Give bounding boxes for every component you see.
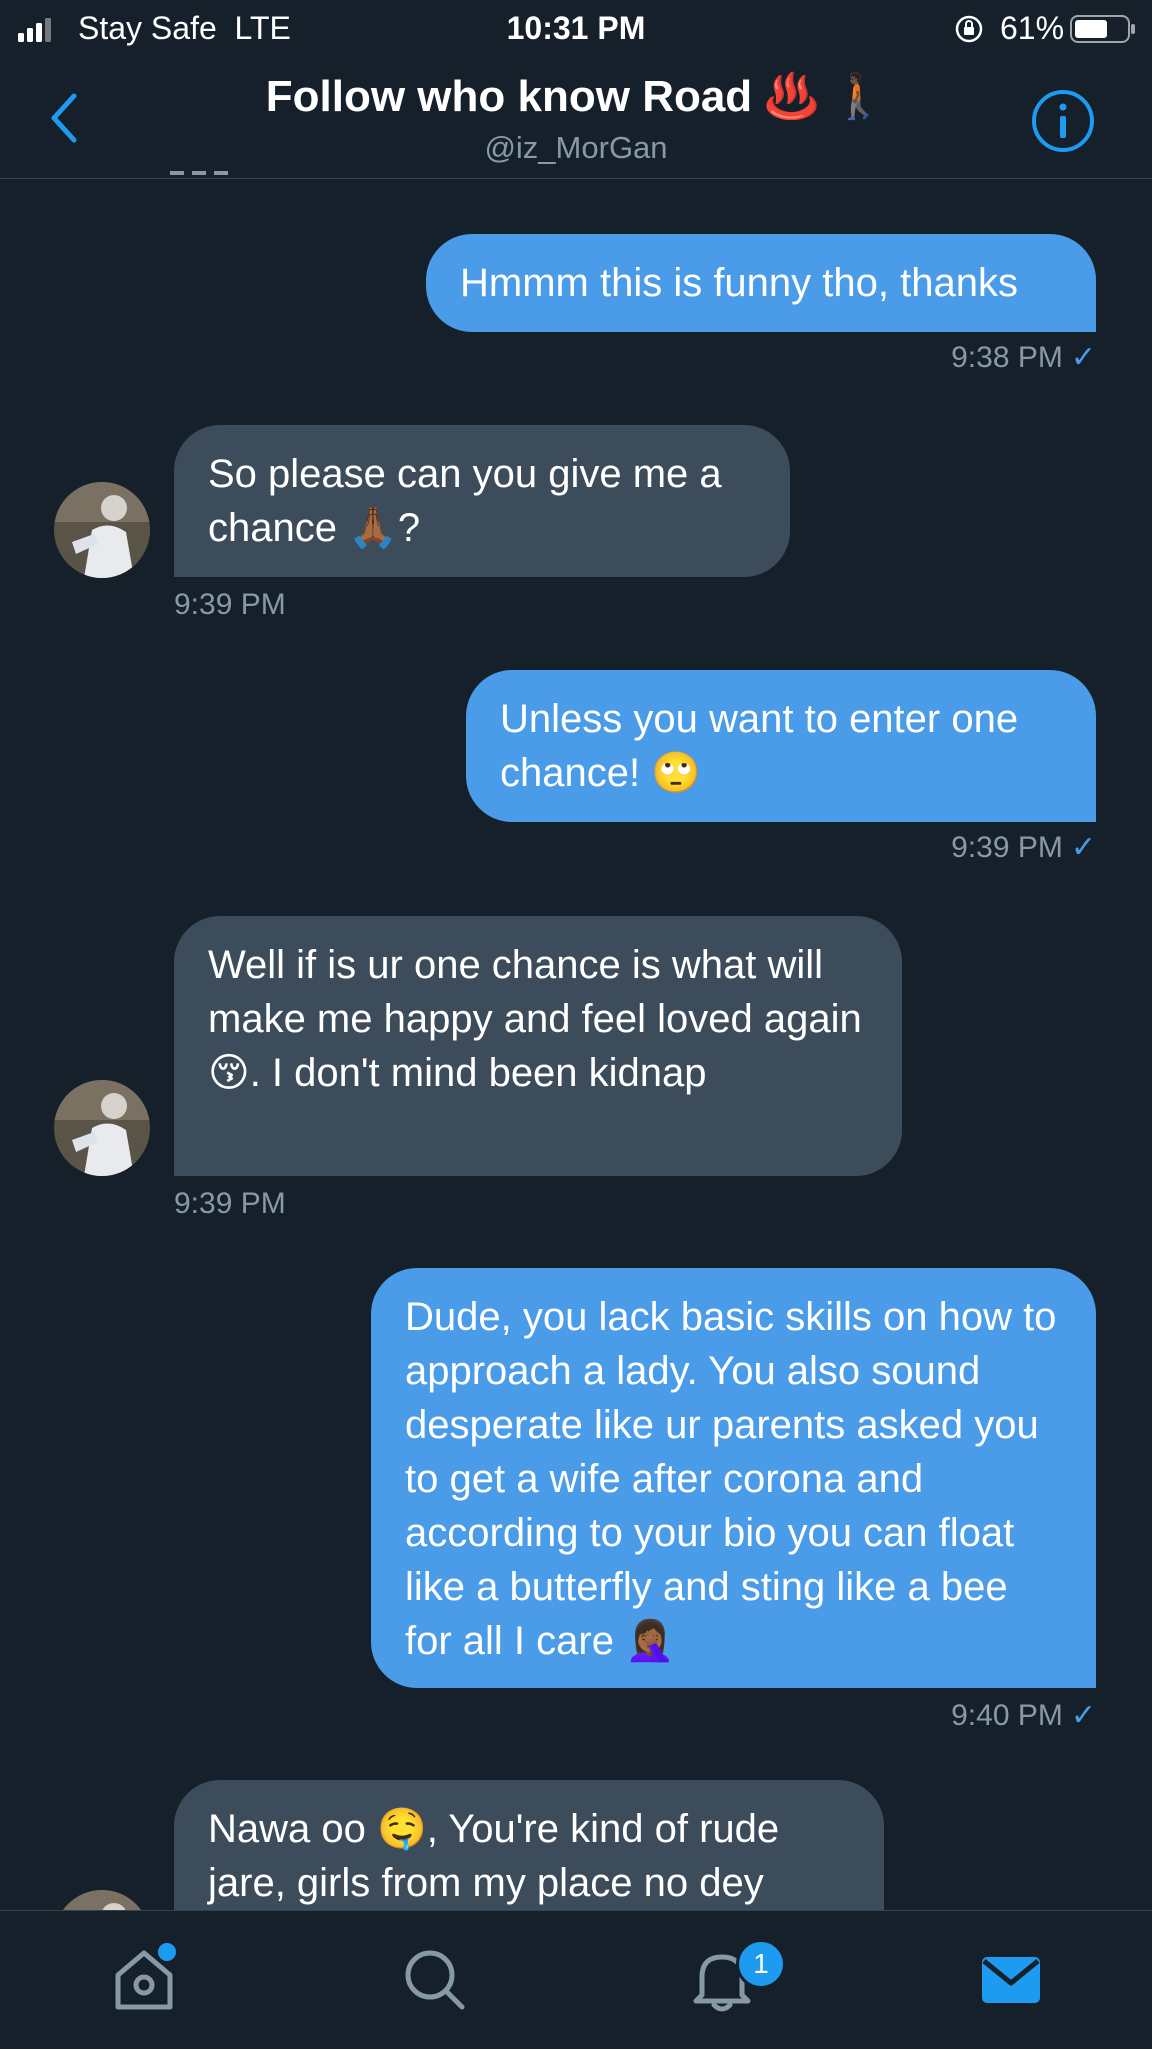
message-bubble-received[interactable]: Well if is ur one chance is what will ma…	[174, 916, 902, 1176]
read-check-icon: ✓	[1070, 341, 1096, 374]
scrolled-timestamp-fragment	[170, 166, 290, 176]
message-time: 9:39 PM	[174, 1187, 286, 1220]
message-bubble-sent[interactable]: Hmmm this is funny tho, thanks	[426, 234, 1096, 332]
conversation-title: Follow who know Road ♨️ 🚶🏿	[265, 72, 887, 121]
home-new-indicator	[156, 1941, 178, 1963]
battery-percent: 61%	[1000, 10, 1065, 46]
message-time: 9:39 PM	[174, 588, 286, 621]
conversation-handle: @iz_MorGan	[484, 130, 668, 165]
info-icon[interactable]	[1030, 88, 1096, 154]
orientation-lock-icon	[955, 15, 983, 43]
status-bar: Stay Safe LTE 10:31 PM 61%	[0, 0, 1152, 58]
bottom-tab-bar: 1	[0, 1910, 1152, 2049]
message-time: 9:38 PM	[951, 341, 1063, 374]
message-timestamp: 9:38 PM ✓	[951, 340, 1096, 375]
message-time: 9:40 PM	[951, 1699, 1063, 1732]
battery-icon	[1070, 15, 1135, 43]
search-icon[interactable]	[394, 1939, 474, 2019]
avatar[interactable]	[54, 482, 150, 578]
avatar[interactable]	[54, 1080, 150, 1176]
message-bubble-sent[interactable]: Dude, you lack basic skills on how to ap…	[371, 1268, 1096, 1688]
conversation-header: Follow who know Road ♨️ 🚶🏿 @iz_MorGan	[0, 58, 1152, 179]
notifications-badge: 1	[736, 1939, 786, 1989]
message-bubble-received[interactable]: So please can you give me a chance 🙏🏾?	[174, 425, 790, 577]
message-bubble-sent[interactable]: Unless you want to enter one chance! 🙄	[466, 670, 1096, 822]
mail-icon[interactable]	[970, 1939, 1050, 2019]
read-check-icon: ✓	[1070, 831, 1096, 864]
message-timestamp: 9:40 PM ✓	[951, 1698, 1096, 1733]
message-time: 9:39 PM	[951, 831, 1063, 864]
read-check-icon: ✓	[1070, 1699, 1096, 1732]
message-timestamp: 9:39 PM ✓	[951, 830, 1096, 865]
